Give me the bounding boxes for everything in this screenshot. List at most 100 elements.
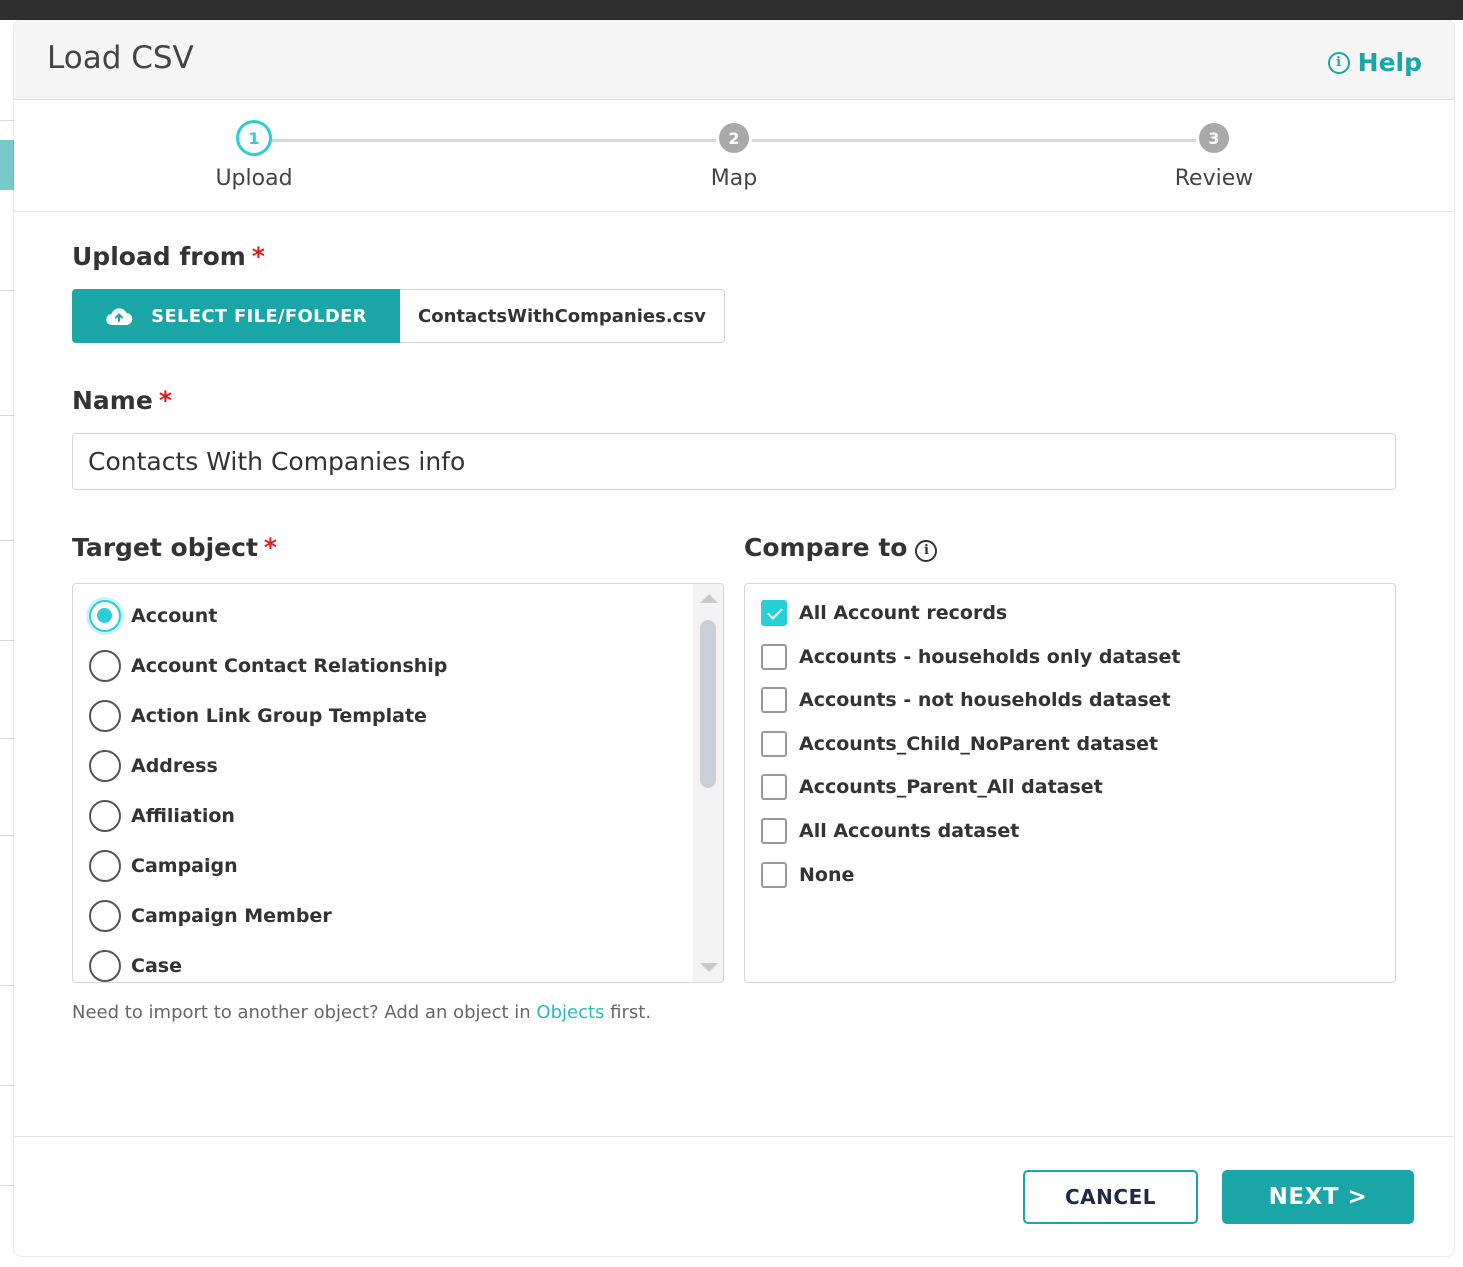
compare-option-not-households[interactable]: Accounts - not households dataset: [761, 687, 1171, 713]
objects-link[interactable]: Objects: [536, 1002, 604, 1023]
hint-text-end: first.: [604, 1002, 652, 1023]
radio-option-address[interactable]: Address: [89, 750, 218, 782]
info-icon: i: [1327, 51, 1350, 74]
compare-to-list: All Account records Accounts - household…: [744, 583, 1396, 983]
scroll-thumb[interactable]: [700, 620, 716, 788]
radio-button[interactable]: [89, 650, 121, 682]
compare-to-label: Compare to i: [744, 533, 938, 562]
checkbox-label: Accounts_Child_NoParent dataset: [799, 733, 1159, 755]
background-accent: [0, 140, 14, 190]
radio-label: Account Contact Relationship: [131, 655, 448, 677]
background-divider: [0, 1185, 14, 1186]
step-review: 3 Review: [1114, 120, 1314, 191]
checkbox[interactable]: [761, 731, 787, 757]
next-button[interactable]: NEXT >: [1222, 1170, 1414, 1224]
list-scrollbar[interactable]: [693, 584, 723, 982]
scroll-down-arrow-icon[interactable]: [700, 963, 718, 972]
radio-label: Account: [131, 605, 218, 627]
step-map: 2 Map: [634, 120, 834, 191]
background-divider: [0, 738, 14, 739]
radio-option-campaign-member[interactable]: Campaign Member: [89, 900, 332, 932]
radio-button[interactable]: [89, 800, 121, 832]
selected-file-name: ContactsWithCompanies.csv: [400, 289, 725, 343]
footer-divider: [14, 1136, 1454, 1137]
radio-button[interactable]: [89, 750, 121, 782]
info-icon[interactable]: i: [915, 539, 938, 562]
select-file-folder-button[interactable]: SELECT FILE/FOLDER: [72, 289, 400, 343]
target-object-text: Target object: [72, 533, 258, 562]
radio-label: Case: [131, 955, 182, 977]
checkbox[interactable]: [761, 644, 787, 670]
step-label: Upload: [215, 166, 293, 191]
compare-to-text: Compare to: [744, 533, 908, 562]
radio-option-case[interactable]: Case: [89, 950, 182, 982]
radio-option-action-link-group-template[interactable]: Action Link Group Template: [89, 700, 427, 732]
step-upload: 1 Upload: [154, 120, 354, 191]
radio-option-account-contact-relationship[interactable]: Account Contact Relationship: [89, 650, 447, 682]
load-csv-dialog: Load CSV i Help 1 Upload 2 Map 3 Review …: [14, 20, 1454, 1256]
name-text: Name: [72, 386, 153, 415]
background-divider: [0, 120, 14, 121]
compare-option-all-account-records[interactable]: All Account records: [761, 600, 1007, 626]
checkbox-label: None: [799, 864, 855, 886]
name-input[interactable]: [72, 433, 1396, 490]
select-file-label: SELECT FILE/FOLDER: [151, 305, 367, 327]
required-mark: *: [158, 386, 172, 415]
checkbox[interactable]: [761, 687, 787, 713]
radio-button[interactable]: [89, 600, 121, 632]
step-label: Map: [710, 166, 758, 191]
radio-label: Action Link Group Template: [131, 705, 427, 727]
checkbox-label: Accounts - households only dataset: [799, 646, 1181, 668]
compare-option-child-noparent[interactable]: Accounts_Child_NoParent dataset: [761, 731, 1158, 757]
help-link[interactable]: i Help: [1327, 48, 1422, 77]
step-number: 2: [716, 120, 752, 156]
step-number: 1: [236, 120, 272, 156]
required-mark: *: [263, 533, 277, 562]
help-label: Help: [1357, 48, 1422, 77]
compare-option-none[interactable]: None: [761, 862, 854, 888]
checkbox-label: Accounts - not households dataset: [799, 689, 1171, 711]
upload-from-label: Upload from *: [72, 242, 265, 271]
compare-option-all-accounts-dataset[interactable]: All Accounts dataset: [761, 818, 1019, 844]
background-divider: [0, 1085, 14, 1086]
step-number: 3: [1196, 120, 1232, 156]
compare-option-households-only[interactable]: Accounts - households only dataset: [761, 644, 1180, 670]
checkbox[interactable]: [761, 862, 787, 888]
background-topbar: [0, 0, 1463, 20]
target-object-list: Account Account Contact Relationship Act…: [72, 583, 724, 983]
scroll-up-arrow-icon[interactable]: [700, 594, 718, 603]
radio-option-account[interactable]: Account: [89, 600, 217, 632]
required-mark: *: [251, 242, 265, 271]
background-divider: [0, 540, 14, 541]
radio-button[interactable]: [89, 700, 121, 732]
dialog-title: Load CSV: [47, 40, 194, 76]
checkbox-label: All Account records: [799, 602, 1008, 624]
radio-label: Campaign: [131, 855, 238, 877]
background-divider: [0, 415, 14, 416]
background-divider: [0, 985, 14, 986]
checkbox[interactable]: [761, 600, 787, 626]
checkbox[interactable]: [761, 774, 787, 800]
radio-button[interactable]: [89, 900, 121, 932]
radio-label: Address: [131, 755, 218, 777]
radio-option-campaign[interactable]: Campaign: [89, 850, 238, 882]
radio-button[interactable]: [89, 850, 121, 882]
background-divider: [0, 290, 14, 291]
import-hint: Need to import to another object? Add an…: [72, 1002, 651, 1023]
target-object-label: Target object *: [72, 533, 277, 562]
background-divider: [0, 640, 14, 641]
dialog-header: Load CSV i Help: [14, 20, 1454, 100]
upload-from-text: Upload from: [72, 242, 246, 271]
compare-option-parent-all[interactable]: Accounts_Parent_All dataset: [761, 774, 1103, 800]
checkbox[interactable]: [761, 818, 787, 844]
cloud-upload-icon: [106, 308, 133, 326]
radio-option-affiliation[interactable]: Affiliation: [89, 800, 235, 832]
radio-button[interactable]: [89, 950, 121, 982]
radio-label: Campaign Member: [131, 905, 332, 927]
upload-control: SELECT FILE/FOLDER ContactsWithCompanies…: [72, 289, 725, 343]
hint-text: Need to import to another object? Add an…: [72, 1002, 537, 1023]
background-divider: [0, 835, 14, 836]
name-label: Name *: [72, 386, 172, 415]
radio-label: Affiliation: [131, 805, 235, 827]
cancel-button[interactable]: CANCEL: [1023, 1170, 1198, 1224]
